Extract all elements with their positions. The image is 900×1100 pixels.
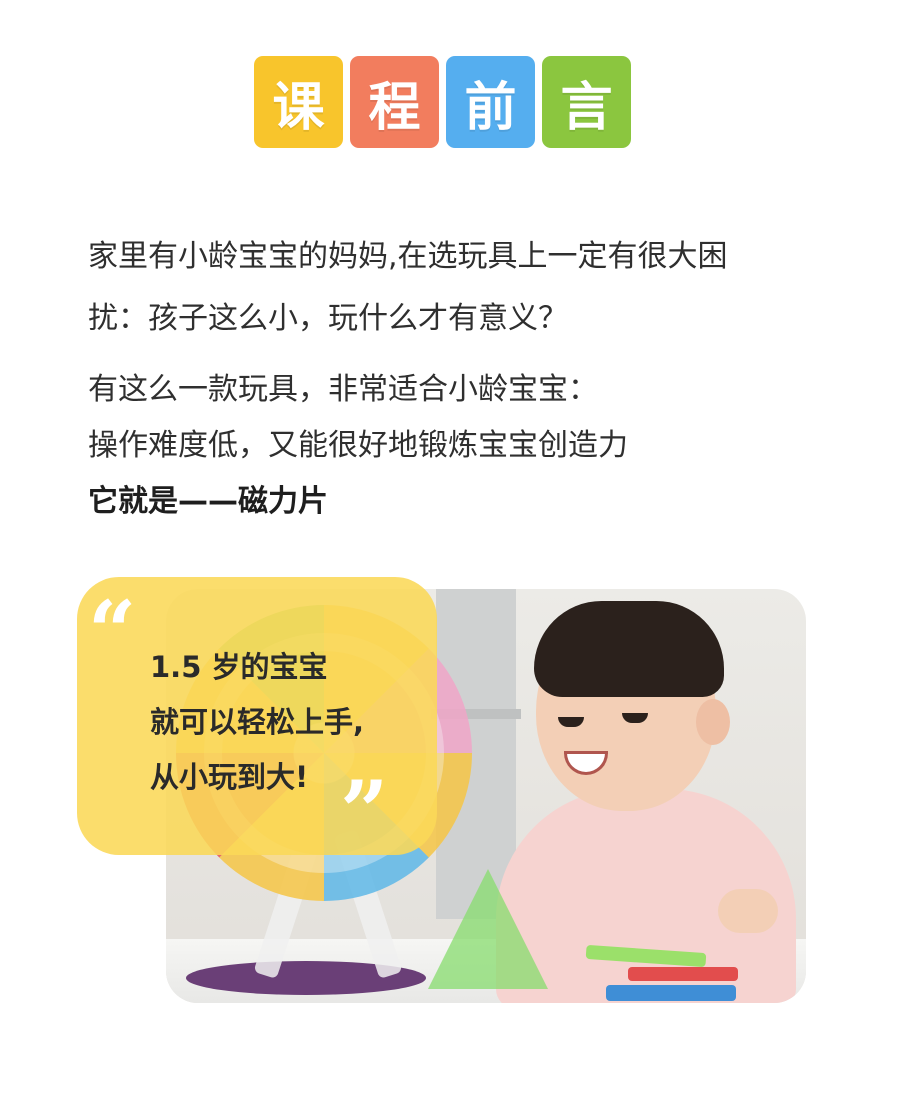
child-hand xyxy=(718,889,778,933)
title-char-tile: 言 xyxy=(542,56,631,148)
title-char-tile: 前 xyxy=(446,56,535,148)
open-quote-icon: “ xyxy=(88,582,137,681)
intro-text: 家里有小龄宝宝的妈妈,在选玩具上一定有很大困 扰：孩子这么小，玩什么才有意义？ … xyxy=(88,226,848,530)
intro-line: 家里有小龄宝宝的妈妈,在选玩具上一定有很大困 xyxy=(88,239,728,274)
quote-line: 从小玩到大! xyxy=(150,760,309,794)
intro-line: 扰：孩子这么小，玩什么才有意义？ xyxy=(88,301,568,336)
magnetic-piece xyxy=(606,985,736,1001)
quote-line: 1.5 岁的宝宝 xyxy=(150,650,328,684)
intro-paragraph-1: 家里有小龄宝宝的妈妈,在选玩具上一定有很大困 扰：孩子这么小，玩什么才有意义？ xyxy=(88,226,848,350)
intro-line: 操作难度低，又能很好地锻炼宝宝创造力 xyxy=(88,428,628,463)
intro-paragraph-2: 有这么一款玩具，非常适合小龄宝宝： 操作难度低，又能很好地锻炼宝宝创造力 它就是… xyxy=(88,362,848,530)
child-hair xyxy=(534,601,724,697)
product-highlight: 它就是——磁力片 xyxy=(88,484,328,519)
course-title: 课 程 前 言 xyxy=(254,56,631,148)
quote-line: 就可以轻松上手, xyxy=(150,705,365,739)
magnetic-triangle xyxy=(428,869,548,989)
magnetic-piece xyxy=(628,967,738,981)
child-ear xyxy=(696,699,730,745)
title-char-tile: 课 xyxy=(254,56,343,148)
title-char-tile: 程 xyxy=(350,56,439,148)
quote-text: 1.5 岁的宝宝 就可以轻松上手, 从小玩到大! xyxy=(150,640,364,805)
intro-line: 有这么一款玩具，非常适合小龄宝宝： xyxy=(88,372,598,407)
